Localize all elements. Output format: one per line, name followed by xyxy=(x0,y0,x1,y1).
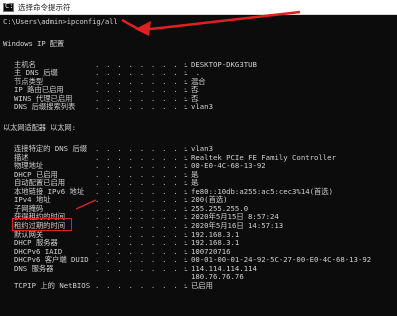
adapter-header: 以太网适配器 以太网: xyxy=(3,123,76,132)
colon-separator: : xyxy=(183,263,188,273)
cmd-icon: C:\ xyxy=(3,1,18,12)
window-title: 选择命令提示符 xyxy=(18,2,71,12)
config-value: 是 xyxy=(191,178,199,188)
config-label: DHCP 服务器 xyxy=(14,238,58,248)
colon-separator: : xyxy=(183,161,188,171)
config-label: 连接特定的 DNS 后缀 xyxy=(14,144,88,153)
config-label: DNS 后缀搜索列表 xyxy=(14,102,76,111)
config-label: TCPIP 上的 NetBIOS xyxy=(14,280,91,290)
config-value: 00-E0-4C-68-13-92 xyxy=(191,161,266,171)
colon-separator: : xyxy=(183,280,188,290)
colon-separator: : xyxy=(183,144,188,153)
colon-separator: : xyxy=(183,102,188,111)
config-label: DNS 服务器 xyxy=(14,263,54,273)
colon-separator: : xyxy=(183,238,188,248)
colon-separator: : xyxy=(183,255,188,265)
ip-config-header: Windows IP 配置 xyxy=(3,39,64,48)
config-value: 192.168.3.1 xyxy=(191,238,240,248)
config-value: 00-01-00-01-24-92-5C-27-00-E0-4C-68-13-9… xyxy=(191,255,372,265)
colon-separator: : xyxy=(183,220,188,230)
config-label: 自动配置已启用 xyxy=(14,178,66,188)
config-value: vlan3 xyxy=(191,102,213,111)
config-value: 否 xyxy=(191,85,199,95)
config-label: 物理地址 xyxy=(14,161,44,171)
colon-separator: : xyxy=(183,85,188,95)
command-prompt-line: C:\Users\admin>ipconfig/all xyxy=(3,17,118,26)
config-value: 2020年5月16日 14:57:13 xyxy=(191,220,284,230)
config-value: 已启用 xyxy=(191,280,213,290)
ipv4-highlight-box xyxy=(12,218,72,231)
console-output[interactable]: C:\Users\admin>ipconfig/all Windows IP 配… xyxy=(0,16,397,316)
config-value: vlan3 xyxy=(191,144,213,153)
title-bar[interactable]: C:\ 选择命令提示符 xyxy=(0,0,397,15)
config-label: DHCPv6 客户端 DUID xyxy=(14,255,89,265)
config-label: IP 路由已启用 xyxy=(14,85,64,95)
colon-separator: : xyxy=(183,178,188,188)
